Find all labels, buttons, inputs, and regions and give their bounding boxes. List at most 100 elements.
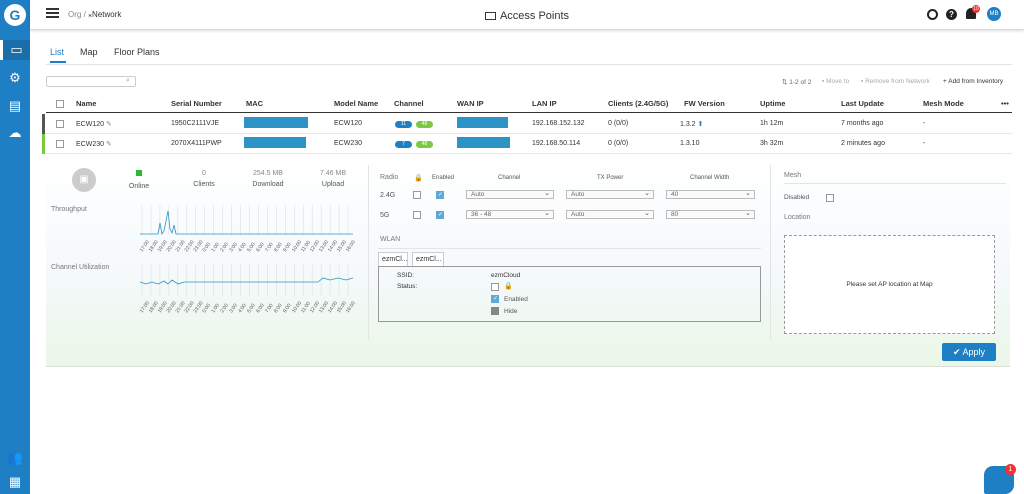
time-tick-label: 1:00 <box>210 303 221 314</box>
edit-icon[interactable]: ✎ <box>106 141 112 148</box>
search-input[interactable] <box>46 76 136 87</box>
channel-24g-select[interactable]: Auto <box>466 190 554 199</box>
location-map-box[interactable]: Please set AP location at Map <box>784 235 995 334</box>
cloud-icon[interactable]: ☁ <box>0 123 30 143</box>
users-icon[interactable]: 👥 <box>0 448 30 468</box>
pager-text: 1-2 of 2 <box>789 79 812 86</box>
upgrade-icon[interactable]: ⬆ <box>698 121 704 128</box>
row-checkbox[interactable] <box>56 120 64 128</box>
col-clients[interactable]: Clients (2.4G/5G) <box>608 99 668 108</box>
top-bar: Org / ⁎Network Access Points <box>30 0 1024 30</box>
ssid-hide-checkbox[interactable] <box>491 307 499 315</box>
cell-clients: 0 (0/0) <box>608 120 629 127</box>
time-tick-label: 9:00 <box>282 303 293 314</box>
col-lan-ip[interactable]: LAN IP <box>532 99 557 108</box>
throughput-label: Throughput <box>51 206 87 213</box>
monitor-icon[interactable]: ▭ <box>0 40 30 60</box>
ap-name[interactable]: ECW230 <box>76 141 104 148</box>
col-model[interactable]: Model Name <box>334 99 378 108</box>
channel-24g-badge: 7 <box>395 141 412 148</box>
channel-5g-select[interactable]: 36 - 48 <box>466 210 554 219</box>
width-24g-select[interactable]: 40 <box>666 190 755 199</box>
col-serial[interactable]: Serial Number <box>171 99 222 108</box>
ssid-label: SSID: <box>397 272 414 279</box>
enable-5g-checkbox[interactable] <box>436 211 444 219</box>
tab-list[interactable]: List <box>50 47 64 57</box>
tx-24g-select[interactable]: Auto <box>566 190 654 199</box>
lock-5g-checkbox[interactable] <box>413 211 421 219</box>
lock-icon: 🔒 <box>414 175 423 182</box>
wlan-tab-2[interactable]: ezmCl... <box>412 252 444 266</box>
channel-5g-badge: 48 <box>416 121 433 128</box>
clients-value: 0 <box>202 170 206 177</box>
radio-24g-label: 2.4G <box>380 192 396 199</box>
tab-divider <box>46 64 1012 65</box>
upload-value: 7.46 MB <box>319 170 347 177</box>
col-channel[interactable]: Channel <box>394 99 424 108</box>
cell-last-update: 2 minutes ago <box>841 140 885 147</box>
add-from-inventory-button[interactable]: + Add from Inventory <box>943 78 1003 85</box>
mesh-title: Mesh <box>784 172 802 179</box>
time-tick-label: 2:00 <box>219 303 230 314</box>
row-checkbox[interactable] <box>56 140 64 148</box>
channel-util-label: Channel Utilization <box>51 264 110 271</box>
theme-toggle-icon[interactable] <box>927 9 938 20</box>
move-to-label: Move to <box>826 78 850 85</box>
time-tick-label: 7:00 <box>264 303 275 314</box>
move-to-button[interactable]: ▪ Move to <box>822 78 849 85</box>
tab-floor-plans[interactable]: Floor Plans <box>114 47 160 57</box>
tx-5g-select[interactable]: Auto <box>566 210 654 219</box>
select-all-checkbox[interactable] <box>56 100 64 108</box>
col-uptime[interactable]: Uptime <box>760 99 785 108</box>
enable-24g-checkbox[interactable] <box>436 191 444 199</box>
ssid-enabled-checkbox[interactable] <box>491 295 499 303</box>
table-row[interactable]: ECW120 ✎ 1950C2111VJE ECW120 11 48 192.1… <box>42 114 1012 134</box>
remove-label: Remove from Network <box>865 78 930 85</box>
cell-name[interactable]: ECW120 ✎ <box>76 120 112 128</box>
mesh-checkbox[interactable] <box>826 194 834 202</box>
ssid-enabled-label: Enabled <box>504 296 528 303</box>
add-label: Add from Inventory <box>948 78 1004 85</box>
col-mesh-mode[interactable]: Mesh Mode <box>923 99 964 108</box>
col-mac[interactable]: MAC <box>246 99 263 108</box>
time-tick-label: 8:00 <box>273 242 284 253</box>
location-label: Location <box>784 214 811 221</box>
col-fw[interactable]: FW Version <box>684 99 725 108</box>
remove-from-network-button[interactable]: ▪ Remove from Network <box>861 78 930 85</box>
wan-ip-redacted <box>457 117 508 128</box>
more-columns-icon[interactable]: ••• <box>1001 99 1009 108</box>
row-status-bar <box>42 114 45 134</box>
edit-icon[interactable]: ✎ <box>106 121 112 128</box>
col-name[interactable]: Name <box>76 99 96 108</box>
wlan-tab-1[interactable]: ezmCl... <box>378 252 408 266</box>
divider <box>770 165 771 340</box>
ssid-lock-checkbox[interactable] <box>491 283 499 291</box>
cell-name[interactable]: ECW230 ✎ <box>76 140 112 148</box>
apply-button[interactable]: ✔ Apply <box>942 343 996 361</box>
time-tick-label: 6:00 <box>255 242 266 253</box>
gear-icon[interactable]: ⚙ <box>0 68 30 88</box>
time-tick-label: 7:00 <box>264 242 275 253</box>
cell-serial: 1950C2111VJE <box>171 120 219 127</box>
txpower-header: TX Power <box>597 175 624 181</box>
building-icon[interactable]: ▦ <box>0 472 30 492</box>
help-icon[interactable]: ? <box>946 9 957 20</box>
wlan-title: WLAN <box>380 236 401 243</box>
width-5g-select[interactable]: 80 <box>666 210 755 219</box>
app-logo[interactable]: G <box>4 4 26 26</box>
cell-mesh: - <box>923 140 926 147</box>
col-last-update[interactable]: Last Update <box>841 99 884 108</box>
tab-map[interactable]: Map <box>80 47 98 57</box>
lock-24g-checkbox[interactable] <box>413 191 421 199</box>
width-header: Channel Width <box>690 175 730 181</box>
image-icon[interactable]: ▣ <box>72 168 96 192</box>
ap-name[interactable]: ECW120 <box>76 121 104 128</box>
cell-lan-ip: 192.168.50.114 <box>532 140 581 147</box>
search-icon: ⌕ <box>126 77 130 84</box>
avatar[interactable]: MB <box>987 7 1001 21</box>
page-title-text: Access Points <box>499 10 570 22</box>
report-icon[interactable]: ▤ <box>0 96 30 116</box>
table-row[interactable]: ECW230 ✎ 2070X4111PWP ECW230 7 48 192.16… <box>42 134 1012 154</box>
cell-model: ECW230 <box>334 140 363 147</box>
col-wan-ip[interactable]: WAN IP <box>457 99 484 108</box>
